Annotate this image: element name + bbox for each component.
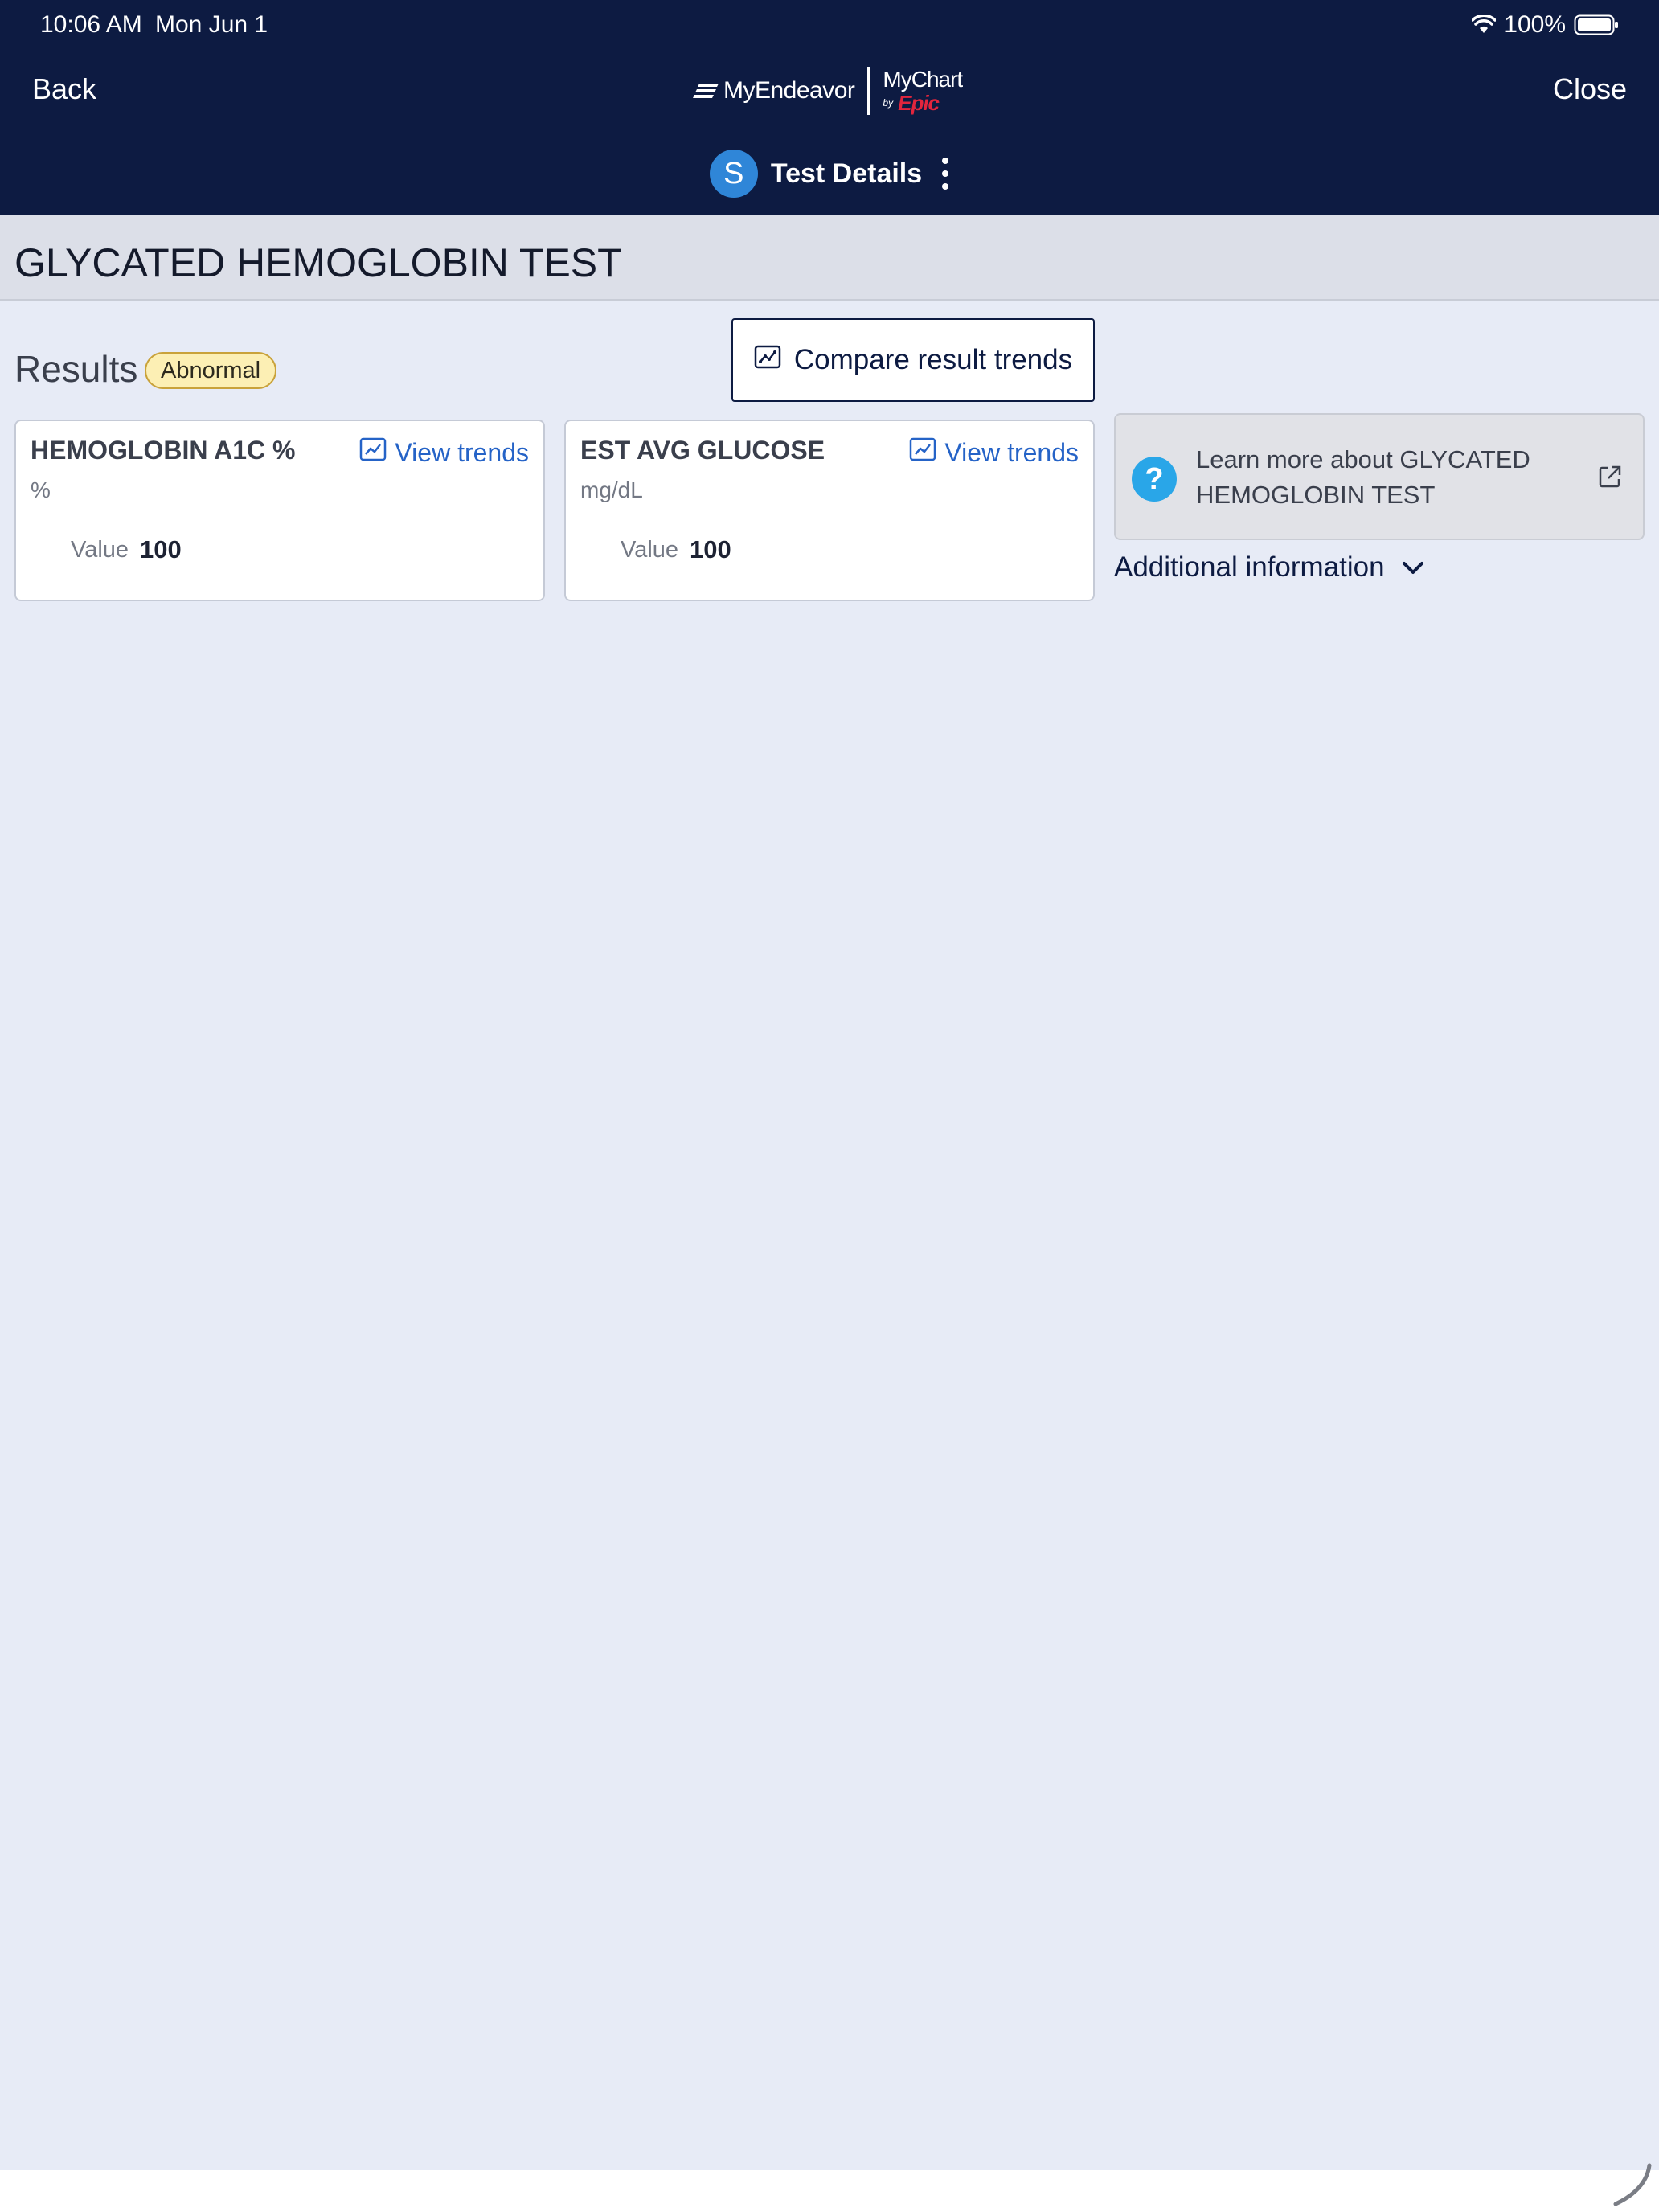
mychart-logo: MyChart by Epic [883, 67, 963, 115]
results-heading: Results [14, 348, 138, 390]
result-unit: mg/dL [580, 477, 643, 502]
view-trends-label: View trends [944, 437, 1079, 467]
resize-handle-icon[interactable] [1608, 2162, 1653, 2211]
battery-icon [1574, 14, 1619, 35]
close-button[interactable]: Close [1553, 72, 1627, 106]
learn-more-link[interactable]: ? Learn more about GLYCATED HEMOGLOBIN T… [1114, 413, 1645, 540]
trend-chart-icon [754, 344, 781, 376]
result-name: HEMOGLOBIN A1C % [31, 436, 296, 465]
view-trends-link[interactable]: View trends [909, 437, 1079, 468]
additional-information-toggle[interactable]: Additional information [1114, 551, 1425, 584]
external-link-icon [1598, 465, 1622, 493]
stripes-icon [693, 84, 719, 98]
page-header: GLYCATED HEMOGLOBIN TEST [0, 215, 1659, 301]
compare-trends-button[interactable]: Compare result trends [731, 318, 1095, 402]
brand-name: MyEndeavor [723, 77, 855, 104]
epic-text: Epic [898, 91, 940, 115]
status-time: 10:06 AM [40, 11, 142, 38]
mychart-text: MyChart [883, 67, 963, 92]
learn-more-text: Learn more about GLYCATED HEMOGLOBIN TES… [1196, 445, 1530, 509]
compare-trends-label: Compare result trends [793, 344, 1073, 375]
value-label: Value [71, 537, 129, 563]
result-value: 100 [140, 535, 182, 563]
bottom-bar [0, 2170, 1659, 2212]
more-options-icon[interactable] [941, 158, 949, 190]
result-unit: % [31, 477, 51, 502]
battery-percent: 100% [1504, 11, 1566, 38]
view-trends-link[interactable]: View trends [359, 437, 529, 468]
help-icon: ? [1132, 457, 1177, 502]
app-logo: MyEndeavor MyChart by Epic [693, 64, 963, 117]
logo-divider [867, 67, 870, 115]
status-indicators: 100% [1472, 11, 1619, 39]
value-label: Value [621, 537, 679, 563]
result-card-hemoglobin-a1c: HEMOGLOBIN A1C % View trends % Value 100 [14, 420, 545, 601]
back-button[interactable]: Back [32, 72, 96, 106]
additional-information-label: Additional information [1114, 551, 1385, 583]
chevron-down-icon [1401, 551, 1425, 584]
screen-title-row: S Test Details [0, 150, 1659, 198]
wifi-icon [1472, 15, 1497, 35]
result-value: 100 [690, 535, 731, 563]
screen-title: Test Details [770, 158, 923, 189]
result-name: EST AVG GLUCOSE [580, 436, 825, 465]
app-header: 10:06 AM Mon Jun 1 100% Back Close MyEnd… [0, 0, 1659, 215]
status-date: Mon Jun 1 [155, 11, 268, 38]
trend-chart-icon [359, 437, 387, 468]
result-card-est-avg-glucose: EST AVG GLUCOSE View trends mg/dL Value … [564, 420, 1095, 601]
page-title: GLYCATED HEMOGLOBIN TEST [14, 240, 622, 285]
status-badge: Abnormal [145, 352, 277, 389]
myendeavor-logo: MyEndeavor [693, 77, 855, 104]
trend-chart-icon [909, 437, 936, 468]
avatar[interactable]: S [709, 150, 758, 198]
view-trends-label: View trends [395, 437, 529, 467]
by-text: by [883, 97, 894, 109]
